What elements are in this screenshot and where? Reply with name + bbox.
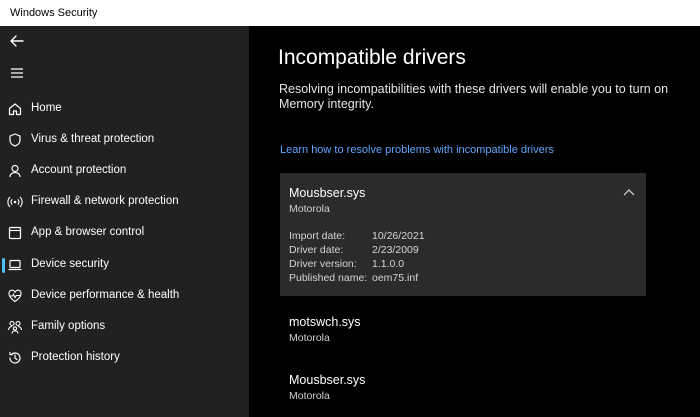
sidebar-item-label: Protection history (31, 351, 120, 363)
chevron-up-icon[interactable] (622, 187, 636, 197)
family-icon (7, 320, 23, 334)
sidebar-item-label: Virus & threat protection (31, 133, 155, 145)
back-arrow-icon[interactable] (6, 32, 28, 50)
driver-list-item[interactable]: motswch.sys Motorola (289, 315, 361, 344)
shield-icon (9, 133, 21, 147)
home-icon (8, 103, 22, 116)
sidebar-item-label: Family options (31, 320, 106, 332)
title-bar: Windows Security (0, 0, 700, 26)
driver-vendor: Motorola (289, 203, 330, 215)
wifi-icon (7, 196, 23, 208)
property-value: oem75.inf (372, 272, 419, 284)
learn-more-link[interactable]: Learn how to resolve problems with incom… (280, 144, 554, 156)
sidebar-item-protection-history[interactable]: Protection history (0, 344, 249, 372)
property-key: Driver date: (289, 244, 344, 256)
sidebar-item-account-protection[interactable]: Account protection (0, 157, 249, 185)
sidebar-item-device-performance-health[interactable]: Device performance & health (0, 282, 249, 310)
property-key: Driver version: (289, 258, 357, 270)
hamburger-menu-icon[interactable] (6, 64, 28, 82)
sidebar-item-label: Device security (31, 258, 109, 270)
property-value: 10/26/2021 (372, 230, 425, 242)
driver-vendor: Motorola (289, 390, 330, 402)
driver-name: motswch.sys (289, 315, 361, 329)
driver-name: Mousbser.sys (289, 373, 366, 387)
sidebar-item-label: Home (31, 102, 62, 114)
property-key: Import date: (289, 230, 346, 242)
sidebar: Home Virus & threat protection Account p… (0, 26, 249, 417)
page-description: Resolving incompatibilities with these d… (279, 82, 669, 111)
sidebar-item-firewall-network-protection[interactable]: Firewall & network protection (0, 188, 249, 216)
window-title: Windows Security (10, 7, 98, 19)
driver-name: Mousbser.sys (289, 186, 366, 200)
main-content: Incompatible drivers Resolving incompati… (249, 26, 700, 417)
sidebar-item-app-browser-control[interactable]: App & browser control (0, 219, 249, 247)
sidebar-item-label: App & browser control (31, 226, 145, 238)
sidebar-item-home[interactable]: Home (0, 95, 249, 123)
sidebar-item-family-options[interactable]: Family options (0, 313, 249, 341)
heart-pulse-icon (8, 289, 22, 303)
property-value: 1.1.0.0 (372, 258, 405, 270)
app-window-icon (8, 226, 22, 240)
sidebar-item-device-security[interactable]: Device security (0, 251, 249, 279)
property-value: 2/23/2009 (372, 244, 419, 256)
property-key: Published name: (289, 272, 368, 284)
laptop-icon (8, 259, 22, 271)
driver-card-expanded[interactable]: Mousbser.sys Motorola Import date: 10/26… (280, 173, 646, 296)
person-icon (9, 164, 21, 178)
driver-list-item[interactable]: Mousbser.sys Motorola (289, 373, 365, 402)
sidebar-item-label: Account protection (31, 164, 127, 176)
driver-vendor: Motorola (289, 332, 330, 344)
sidebar-item-label: Firewall & network protection (31, 195, 179, 207)
history-icon (9, 351, 21, 364)
sidebar-item-virus-threat-protection[interactable]: Virus & threat protection (0, 126, 249, 154)
sidebar-item-label: Device performance & health (31, 289, 180, 301)
page-title: Incompatible drivers (278, 46, 466, 69)
